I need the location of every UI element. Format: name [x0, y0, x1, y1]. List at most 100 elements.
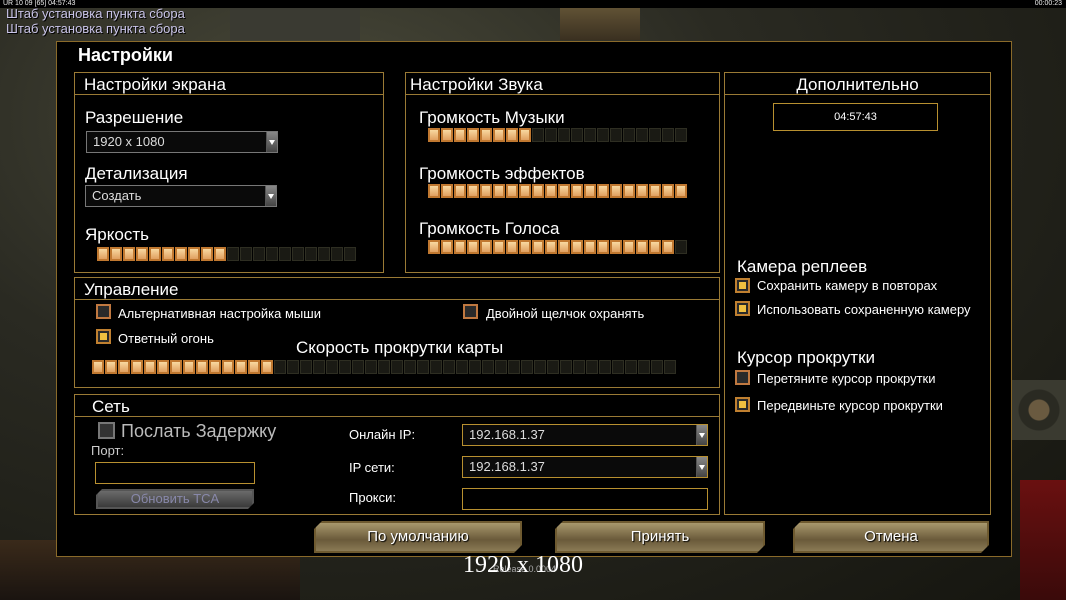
move-cursor-radio[interactable]: [735, 397, 750, 412]
slider-segment[interactable]: [610, 184, 622, 198]
slider-segment[interactable]: [454, 184, 466, 198]
voice-volume-slider[interactable]: [428, 240, 687, 254]
slider-segment[interactable]: [313, 360, 325, 374]
slider-segment[interactable]: [623, 240, 635, 254]
slider-segment[interactable]: [493, 128, 505, 142]
slider-segment[interactable]: [441, 240, 453, 254]
lan-ip-dropdown[interactable]: 192.168.1.37: [462, 456, 708, 478]
slider-segment[interactable]: [636, 184, 648, 198]
slider-segment[interactable]: [571, 128, 583, 142]
slider-segment[interactable]: [378, 360, 390, 374]
slider-segment[interactable]: [664, 360, 676, 374]
slider-segment[interactable]: [162, 247, 174, 261]
slider-segment[interactable]: [467, 128, 479, 142]
slider-segment[interactable]: [651, 360, 663, 374]
slider-segment[interactable]: [467, 240, 479, 254]
slider-segment[interactable]: [441, 184, 453, 198]
use-saved-camera-checkbox[interactable]: [735, 301, 750, 316]
slider-segment[interactable]: [305, 247, 317, 261]
slider-segment[interactable]: [443, 360, 455, 374]
update-tca-button[interactable]: Обновить TCA: [96, 489, 254, 509]
slider-segment[interactable]: [638, 360, 650, 374]
slider-segment[interactable]: [610, 128, 622, 142]
slider-segment[interactable]: [110, 247, 122, 261]
slider-segment[interactable]: [467, 184, 479, 198]
slider-segment[interactable]: [532, 184, 544, 198]
slider-segment[interactable]: [318, 247, 330, 261]
slider-segment[interactable]: [183, 360, 195, 374]
slider-segment[interactable]: [331, 247, 343, 261]
slider-segment[interactable]: [573, 360, 585, 374]
slider-segment[interactable]: [545, 184, 557, 198]
slider-segment[interactable]: [287, 360, 299, 374]
effects-volume-slider[interactable]: [428, 184, 687, 198]
slider-segment[interactable]: [201, 247, 213, 261]
slider-segment[interactable]: [610, 240, 622, 254]
slider-segment[interactable]: [292, 247, 304, 261]
slider-segment[interactable]: [253, 247, 265, 261]
chevron-down-icon[interactable]: [265, 186, 276, 206]
slider-segment[interactable]: [136, 247, 148, 261]
slider-segment[interactable]: [534, 360, 546, 374]
slider-segment[interactable]: [532, 128, 544, 142]
slider-segment[interactable]: [326, 360, 338, 374]
slider-segment[interactable]: [649, 184, 661, 198]
slider-segment[interactable]: [493, 240, 505, 254]
slider-segment[interactable]: [97, 247, 109, 261]
slider-segment[interactable]: [597, 128, 609, 142]
slider-segment[interactable]: [428, 128, 440, 142]
slider-segment[interactable]: [266, 247, 278, 261]
proxy-input[interactable]: [462, 488, 708, 510]
slider-segment[interactable]: [157, 360, 169, 374]
slider-segment[interactable]: [235, 360, 247, 374]
slider-segment[interactable]: [506, 128, 518, 142]
slider-segment[interactable]: [480, 184, 492, 198]
slider-segment[interactable]: [584, 128, 596, 142]
slider-segment[interactable]: [675, 240, 687, 254]
resolution-dropdown[interactable]: 1920 x 1080: [86, 131, 278, 153]
slider-segment[interactable]: [662, 240, 674, 254]
slider-segment[interactable]: [506, 240, 518, 254]
chevron-down-icon[interactable]: [696, 457, 707, 477]
slider-segment[interactable]: [597, 184, 609, 198]
slider-segment[interactable]: [597, 240, 609, 254]
slider-segment[interactable]: [545, 128, 557, 142]
slider-segment[interactable]: [456, 360, 468, 374]
brightness-slider[interactable]: [97, 247, 356, 261]
slider-segment[interactable]: [196, 360, 208, 374]
chevron-down-icon[interactable]: [696, 425, 707, 445]
slider-segment[interactable]: [521, 360, 533, 374]
slider-segment[interactable]: [519, 240, 531, 254]
slider-segment[interactable]: [454, 128, 466, 142]
slider-segment[interactable]: [636, 128, 648, 142]
chevron-down-icon[interactable]: [266, 132, 277, 152]
slider-segment[interactable]: [560, 360, 572, 374]
scroll-speed-slider[interactable]: [92, 360, 676, 374]
save-camera-checkbox[interactable]: [735, 278, 750, 293]
online-ip-dropdown[interactable]: 192.168.1.37: [462, 424, 708, 446]
slider-segment[interactable]: [571, 240, 583, 254]
slider-segment[interactable]: [209, 360, 221, 374]
slider-segment[interactable]: [454, 240, 466, 254]
slider-segment[interactable]: [480, 240, 492, 254]
slider-segment[interactable]: [506, 184, 518, 198]
slider-segment[interactable]: [92, 360, 104, 374]
slider-segment[interactable]: [365, 360, 377, 374]
slider-segment[interactable]: [649, 240, 661, 254]
slider-segment[interactable]: [662, 128, 674, 142]
slider-segment[interactable]: [428, 184, 440, 198]
accept-button[interactable]: Принять: [555, 521, 765, 553]
slider-segment[interactable]: [662, 184, 674, 198]
slider-segment[interactable]: [623, 184, 635, 198]
slider-segment[interactable]: [279, 247, 291, 261]
slider-segment[interactable]: [261, 360, 273, 374]
defaults-button[interactable]: По умолчанию: [314, 521, 522, 553]
slider-segment[interactable]: [636, 240, 648, 254]
slider-segment[interactable]: [625, 360, 637, 374]
slider-segment[interactable]: [612, 360, 624, 374]
slider-segment[interactable]: [391, 360, 403, 374]
slider-segment[interactable]: [123, 247, 135, 261]
slider-segment[interactable]: [188, 247, 200, 261]
port-input[interactable]: [95, 462, 255, 484]
slider-segment[interactable]: [649, 128, 661, 142]
